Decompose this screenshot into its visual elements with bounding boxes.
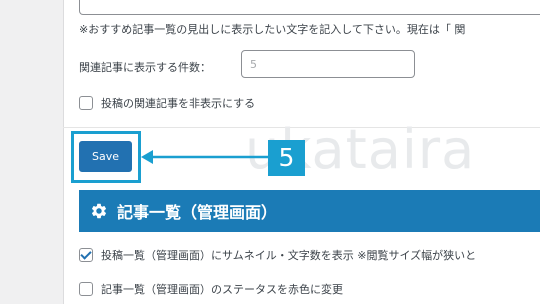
related-count-input[interactable] bbox=[241, 50, 415, 78]
show-thumbnail-label: 投稿一覧（管理画面）にサムネイル・文字数を表示 ※閲覧サイズ幅が狭いと bbox=[101, 249, 477, 262]
admin-list-section-header: 記事一覧（管理画面） bbox=[79, 190, 540, 232]
heading-hint-text: ※おすすめ記事一覧の見出しに表示したい文字を記入して下さい。現在は「 関 bbox=[79, 23, 466, 36]
admin-list-section-title: 記事一覧（管理画面） bbox=[117, 203, 278, 222]
hide-related-label: 投稿の関連記事を非表示にする bbox=[101, 97, 256, 110]
show-thumbnail-checkbox[interactable] bbox=[79, 248, 93, 262]
save-button[interactable]: Save bbox=[79, 141, 132, 172]
admin-sidebar bbox=[0, 0, 63, 304]
annotation-arrow-icon bbox=[141, 150, 269, 164]
heading-textarea[interactable] bbox=[79, 0, 540, 15]
related-count-label: 関連記事に表示する件数： bbox=[79, 61, 211, 74]
red-status-label: 記事一覧（管理画面）のステータスを赤色に変更 bbox=[101, 283, 343, 296]
hide-related-checkbox[interactable] bbox=[79, 96, 93, 110]
red-status-checkbox[interactable] bbox=[79, 282, 93, 296]
step-number-badge: 5 bbox=[268, 140, 305, 176]
gear-icon bbox=[90, 202, 108, 220]
